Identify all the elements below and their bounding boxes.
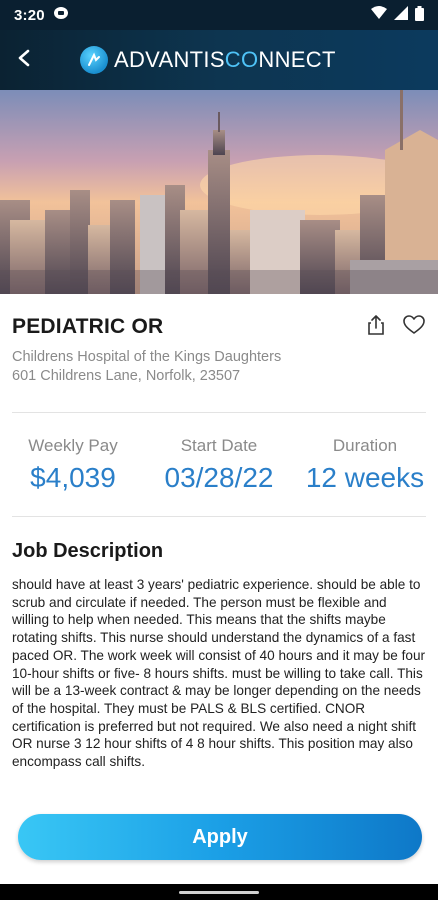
street-address: 601 Childrens Lane, Norfolk, 23507: [12, 368, 241, 384]
stat-label: Duration: [332, 436, 398, 455]
system-nav-bar: [0, 884, 438, 900]
share-icon: [366, 314, 386, 341]
back-button[interactable]: [0, 30, 50, 90]
logo-text: ADVANTISCONNECT: [114, 47, 336, 72]
notification-icon: [53, 6, 69, 24]
logo-mark-icon: [80, 46, 108, 74]
job-stats: Weekly Pay $4,039 Start Date 03/28/22 Du…: [0, 430, 438, 506]
share-button[interactable]: [364, 314, 388, 341]
bottom-action-bar: Apply: [0, 796, 438, 884]
app-header: ADVANTISCONNECT: [0, 30, 438, 90]
wifi-icon: [371, 6, 387, 24]
battery-icon: [415, 5, 424, 25]
favorite-button[interactable]: [402, 314, 426, 340]
job-description-heading: Job Description: [12, 540, 164, 562]
stat-duration: Duration 12 weeks: [292, 430, 438, 506]
signal-icon: [394, 6, 408, 24]
stat-label: Weekly Pay: [28, 436, 118, 455]
divider: [12, 412, 426, 413]
city-skyline-image: [0, 90, 438, 294]
app-logo: ADVANTISCONNECT: [80, 46, 336, 74]
stat-value: 03/28/22: [164, 462, 274, 493]
stat-weekly-pay: Weekly Pay $4,039: [0, 430, 146, 506]
back-arrow-icon: [16, 49, 34, 72]
job-description-text: should have at least 3 years' pediatric …: [12, 577, 426, 770]
home-gesture-handle[interactable]: [179, 891, 259, 894]
status-time: 3:20: [14, 6, 45, 24]
status-bar: 3:20: [0, 0, 438, 30]
job-address: Childrens Hospital of the Kings Daughter…: [12, 348, 281, 386]
stat-label: Start Date: [180, 436, 258, 455]
facility-name: Childrens Hospital of the Kings Daughter…: [12, 349, 282, 365]
job-detail-panel: PEDIATRIC OR Childrens Hospital of the K…: [0, 294, 438, 814]
stat-value: $4,039: [30, 462, 116, 493]
job-title-row: PEDIATRIC OR: [12, 312, 426, 342]
heart-icon: [403, 314, 425, 340]
divider: [12, 516, 426, 517]
apply-button[interactable]: Apply: [18, 814, 422, 860]
job-title: PEDIATRIC OR: [12, 315, 164, 338]
stat-value: 12 weeks: [305, 462, 425, 493]
stat-start-date: Start Date 03/28/22: [146, 430, 292, 506]
